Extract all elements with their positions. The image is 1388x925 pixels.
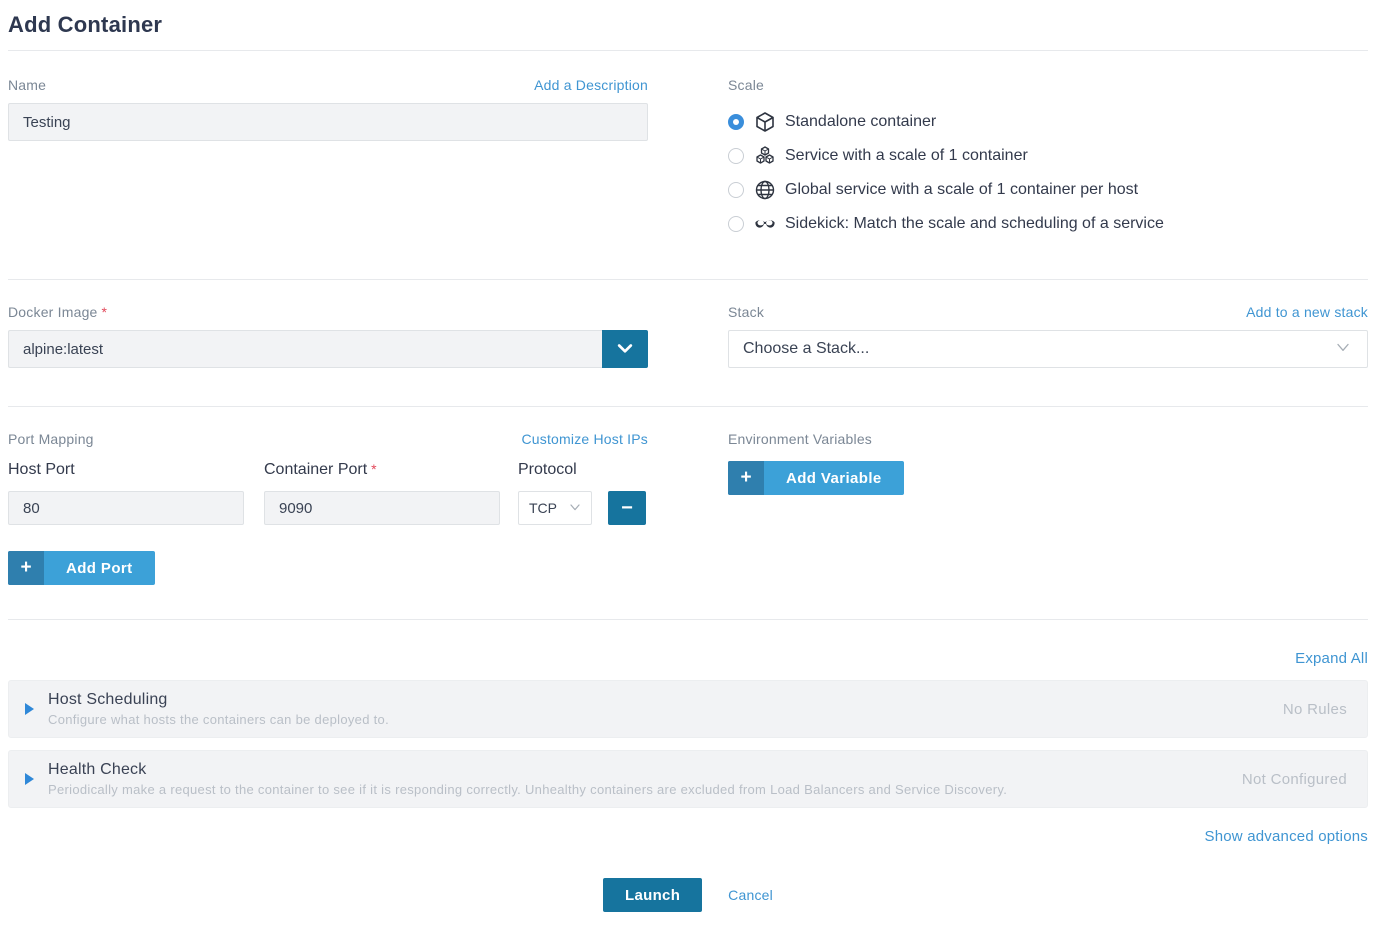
scale-section: Scale Standalone container (728, 77, 1368, 241)
advanced-sections: Expand All Host Scheduling Configure wha… (8, 620, 1368, 860)
image-stack-row: Docker Image* Stack Add to a new stack C… (8, 280, 1368, 406)
accordion-title: Health Check (48, 761, 1218, 779)
scale-option-label: Global service with a scale of 1 contain… (785, 181, 1138, 199)
scale-option-label: Service with a scale of 1 container (785, 147, 1028, 165)
container-port-input[interactable] (264, 491, 500, 525)
health-check-panel[interactable]: Health Check Periodically make a request… (8, 750, 1368, 808)
protocol-header: Protocol (518, 461, 592, 479)
stack-select[interactable]: Choose a Stack... (728, 330, 1368, 368)
required-mark: * (102, 304, 108, 320)
radio-unselected[interactable] (728, 216, 744, 232)
caret-right-icon (25, 703, 34, 715)
radio-unselected[interactable] (728, 182, 744, 198)
page-title: Add Container (8, 0, 1368, 50)
form-actions: Launch Cancel (8, 878, 1368, 912)
minus-icon: − (621, 498, 633, 518)
name-section: Name Add a Description (8, 77, 648, 141)
remove-port-button[interactable]: − (608, 491, 646, 525)
required-mark: * (371, 461, 376, 477)
radio-unselected[interactable] (728, 148, 744, 164)
scale-option-label: Sidekick: Match the scale and scheduling… (785, 215, 1164, 233)
chevron-down-icon (567, 499, 583, 518)
docker-image-label: Docker Image* (8, 304, 107, 320)
add-container-form: Add Container Name Add a Description Sca… (0, 0, 1388, 912)
environment-variables-section: Environment Variables + Add Variable (728, 431, 1368, 495)
scale-label: Scale (728, 77, 1368, 93)
scale-option-sidekick[interactable]: Sidekick: Match the scale and scheduling… (728, 207, 1368, 241)
protocol-select-value: TCP (529, 500, 557, 516)
add-new-stack-link[interactable]: Add to a new stack (1246, 304, 1368, 320)
scale-option-label: Standalone container (785, 113, 936, 131)
docker-image-section: Docker Image* (8, 304, 648, 368)
name-label: Name (8, 77, 46, 93)
add-port-button[interactable]: + Add Port (8, 551, 155, 585)
globe-icon (754, 179, 776, 201)
container-port-header: Container Port* (264, 461, 500, 479)
port-mapping-label: Port Mapping (8, 431, 94, 447)
chevron-down-icon (615, 338, 635, 361)
accordion-description: Periodically make a request to the conta… (48, 782, 1218, 797)
environment-variables-label: Environment Variables (728, 431, 872, 447)
stack-select-value: Choose a Stack... (743, 340, 869, 358)
image-dropdown-button[interactable] (602, 330, 648, 368)
customize-host-ips-link[interactable]: Customize Host IPs (521, 431, 648, 447)
add-description-link[interactable]: Add a Description (534, 77, 648, 93)
plus-icon: + (728, 461, 764, 495)
expand-all-link[interactable]: Expand All (1295, 650, 1368, 667)
host-port-header: Host Port (8, 461, 244, 479)
cube-icon (754, 111, 776, 133)
ports-env-row: Port Mapping Customize Host IPs Host Por… (8, 407, 1368, 619)
status-badge: Not Configured (1242, 771, 1347, 788)
accordion-description: Configure what hosts the containers can … (48, 712, 1259, 727)
docker-image-input[interactable] (8, 330, 602, 368)
name-scale-row: Name Add a Description Scale Standalone … (8, 51, 1368, 279)
chevron-down-icon (1333, 337, 1353, 362)
radio-selected[interactable] (728, 114, 744, 130)
accordion-title: Host Scheduling (48, 691, 1259, 709)
launch-button[interactable]: Launch (603, 878, 702, 912)
status-badge: No Rules (1283, 701, 1347, 718)
scale-option-service[interactable]: Service with a scale of 1 container (728, 139, 1368, 173)
scale-option-global[interactable]: Global service with a scale of 1 contain… (728, 173, 1368, 207)
add-variable-button[interactable]: + Add Variable (728, 461, 904, 495)
sidekick-mask-icon (754, 213, 776, 235)
plus-icon: + (8, 551, 44, 585)
protocol-select[interactable]: TCP (518, 491, 592, 525)
scale-option-standalone[interactable]: Standalone container (728, 105, 1368, 139)
stack-section: Stack Add to a new stack Choose a Stack.… (728, 304, 1368, 368)
port-row: Host Port Container Port* Protocol TCP (8, 461, 648, 525)
caret-right-icon (25, 773, 34, 785)
host-scheduling-panel[interactable]: Host Scheduling Configure what hosts the… (8, 680, 1368, 738)
host-port-input[interactable] (8, 491, 244, 525)
port-mapping-section: Port Mapping Customize Host IPs Host Por… (8, 431, 648, 585)
show-advanced-options-link[interactable]: Show advanced options (1205, 828, 1368, 845)
cancel-link[interactable]: Cancel (728, 887, 773, 903)
service-cubes-icon (754, 145, 776, 167)
name-input[interactable] (8, 103, 648, 141)
stack-label: Stack (728, 304, 764, 320)
